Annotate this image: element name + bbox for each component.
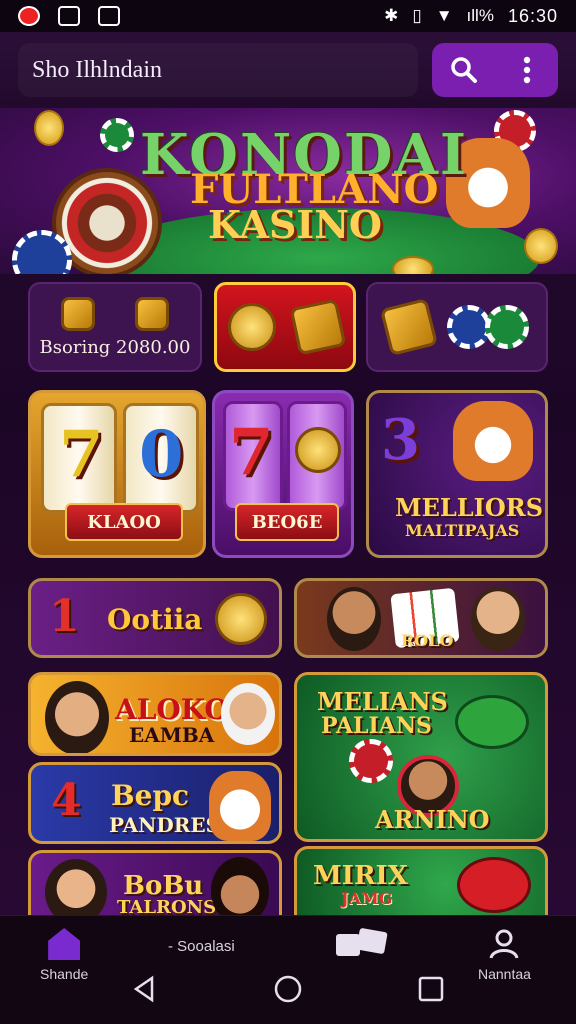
slot-symbol: 7 xyxy=(229,415,274,490)
nav-profile[interactable]: Nanntaa xyxy=(478,928,531,982)
game-card-melians[interactable]: MELIANS PALIANS ARNINO xyxy=(294,672,548,842)
slot-symbol: 7 xyxy=(59,417,104,492)
game-title: MIRIX xyxy=(313,861,408,891)
nav-home-label: Shande xyxy=(40,966,89,982)
slot-machine-graphic xyxy=(455,695,529,749)
game-ribbon: BEO6E xyxy=(235,503,339,541)
player-avatar xyxy=(45,681,109,753)
game-number: 3 xyxy=(381,407,420,473)
game-title: ROLO xyxy=(401,631,454,650)
game-number: 4 xyxy=(51,775,82,826)
cat-mascot-graphic xyxy=(453,401,533,481)
promo-chips-tile[interactable] xyxy=(366,282,548,372)
slot-machine-graphic xyxy=(457,857,531,913)
home-button-icon[interactable] xyxy=(273,974,303,1004)
game-footer-title: ARNINO xyxy=(375,805,490,834)
game-card-ootiia[interactable]: 1 Ootiia xyxy=(28,578,282,658)
player-avatar xyxy=(471,587,525,651)
game-card-melliors[interactable]: 3 MELLIORS MALTIPAJAS xyxy=(366,390,548,558)
nav-profile-label: Nanntaa xyxy=(478,966,531,982)
game-subtitle: EAMBA xyxy=(129,723,215,747)
chip-icon xyxy=(485,305,529,349)
game-subtitle: JAMG xyxy=(341,889,393,908)
game-subtitle: MALTIPAJAS xyxy=(405,521,520,540)
app-bar: Sho Ilhlndain xyxy=(0,32,576,108)
game-subtitle: PALIANS xyxy=(321,713,432,739)
clock: 16:30 xyxy=(507,5,558,26)
game-card-slot-purple[interactable]: 7 BEO6E xyxy=(212,390,354,558)
game-ribbon: KLAOO xyxy=(65,503,183,541)
game-title: MELLIORS xyxy=(395,493,544,522)
chip-icon xyxy=(100,118,134,152)
promo-coins-tile[interactable] xyxy=(214,282,356,372)
chip-icon xyxy=(349,739,393,783)
back-icon[interactable] xyxy=(130,974,160,1004)
game-subtitle: PANDRES xyxy=(109,813,221,837)
status-bar: ✱ ▯ ▼ ıll% 16:30 xyxy=(0,0,576,32)
wallet-icon xyxy=(336,928,388,956)
nav-home[interactable]: Shande xyxy=(40,928,88,982)
game-number: 1 xyxy=(49,591,80,642)
coin-icon xyxy=(524,228,558,264)
hero-title-line3: KASINO xyxy=(208,202,383,247)
game-card-mirix[interactable]: MIRIX JAMG xyxy=(294,846,548,920)
search-icon[interactable] xyxy=(444,50,484,90)
app-root: ✱ ▯ ▼ ıll% 16:30 Sho Ilhlndain KONODAI F… xyxy=(0,0,576,1024)
coin-icon xyxy=(228,303,276,351)
home-icon xyxy=(48,928,81,960)
game-title: MELIANS xyxy=(317,687,448,716)
game-card-slot-gold[interactable]: 7 0 KLAOO xyxy=(28,390,206,558)
app-title[interactable]: Sho Ilhlndain xyxy=(18,43,418,97)
promo-bonus-tile[interactable]: Bsoring 2080.00 xyxy=(28,282,202,372)
game-title: Bepc xyxy=(111,779,190,812)
game-title: ALOKO xyxy=(115,693,229,726)
nav-middle-label: - Sooalasi xyxy=(168,938,235,955)
bottom-navigation: Shande - Sooalasi Nanntaa xyxy=(0,915,576,1024)
bluetooth-icon: ✱ xyxy=(384,6,399,25)
signal-battery: ıll% xyxy=(466,6,494,25)
wifi-icon: ▼ xyxy=(435,6,453,25)
vibrate-icon: ▯ xyxy=(412,6,422,25)
game-card-aloko[interactable]: ALOKO EAMBA xyxy=(28,672,282,756)
coin-icon xyxy=(34,110,64,146)
more-menu-icon[interactable] xyxy=(507,50,547,90)
game-card-bepc[interactable]: 4 Bepc PANDRES xyxy=(28,762,282,844)
hero-banner[interactable]: KONODAI FULTLANO KASINO xyxy=(0,108,576,274)
player-avatar xyxy=(221,683,275,745)
coin-icon xyxy=(295,427,341,473)
nav-wallet[interactable] xyxy=(334,928,390,966)
game-title: Ootiia xyxy=(107,603,203,636)
player-avatar xyxy=(211,857,269,920)
player-avatar xyxy=(45,859,107,920)
game-card-bobu[interactable]: BoBu TALRONS xyxy=(28,850,282,920)
treasure-icon xyxy=(135,296,169,331)
recents-icon[interactable] xyxy=(416,974,446,1004)
app-bar-actions xyxy=(432,43,558,97)
profile-icon xyxy=(489,929,519,959)
game-card-cards[interactable]: ROLO xyxy=(294,578,548,658)
cat-mascot-graphic xyxy=(209,771,271,841)
player-avatar xyxy=(327,587,381,651)
notification-app-icon xyxy=(18,6,40,26)
ticket-icon xyxy=(379,297,439,357)
gift-icon xyxy=(61,296,95,331)
nav-middle[interactable]: - Sooalasi xyxy=(168,938,235,955)
promo-bonus-label: Bsoring 2080.00 xyxy=(39,336,191,358)
ticket-icon xyxy=(289,298,347,356)
app-notification-icon xyxy=(98,6,120,26)
slot-symbol: 0 xyxy=(139,417,184,492)
coin-icon xyxy=(215,593,267,645)
image-notification-icon xyxy=(58,6,80,26)
